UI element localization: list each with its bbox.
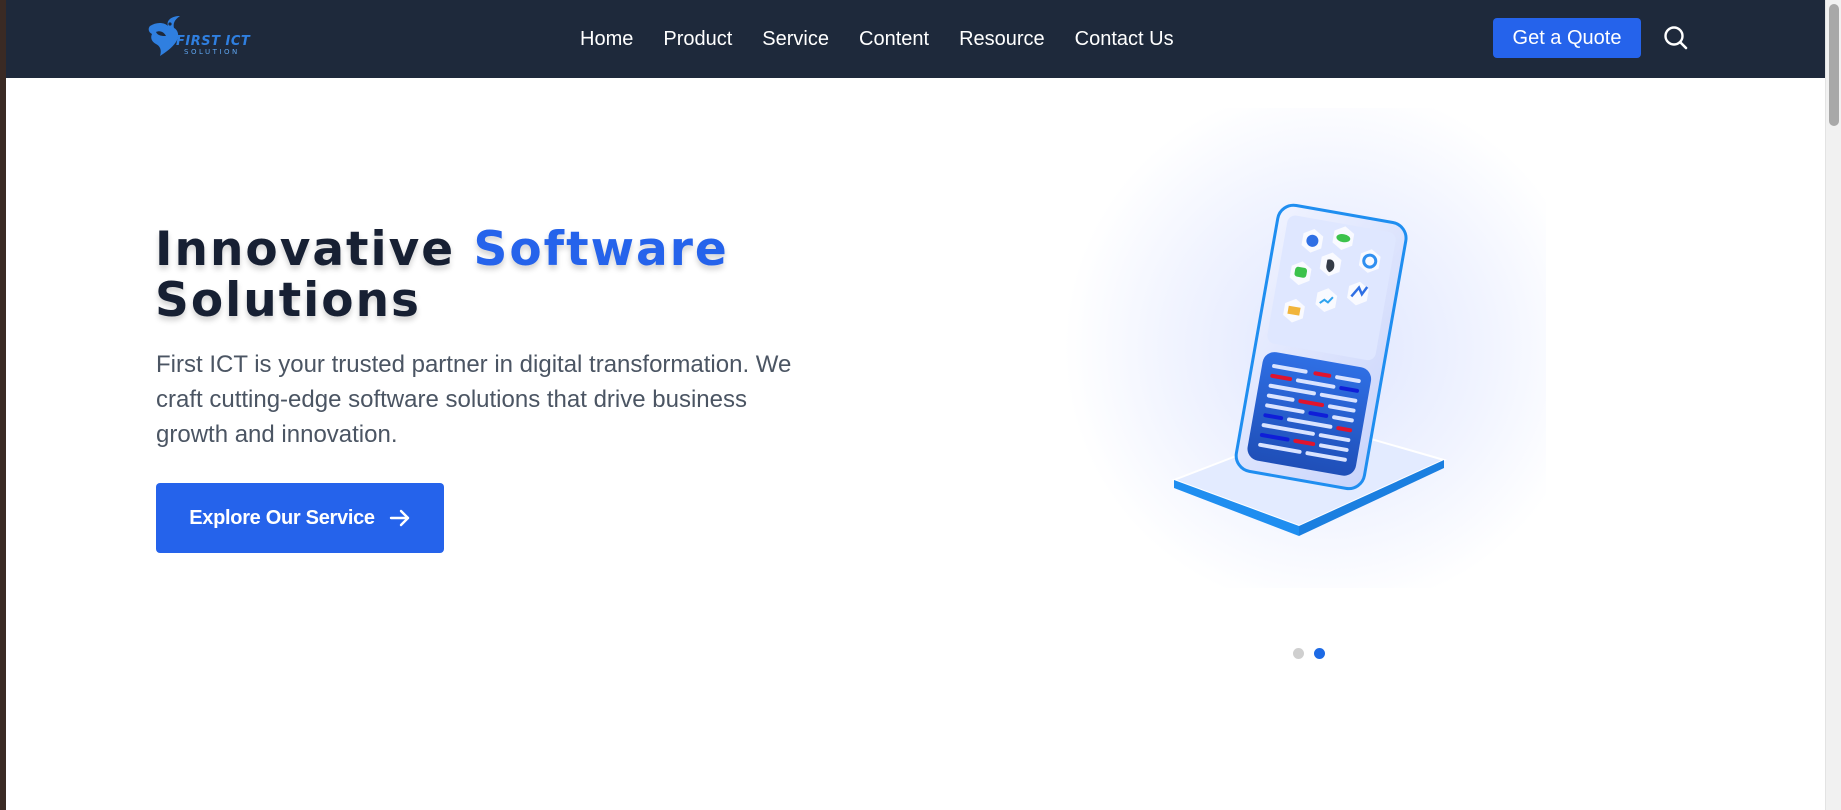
nav-home[interactable]: Home xyxy=(580,28,633,51)
search-icon[interactable] xyxy=(1662,24,1690,52)
brand-name: FIRST ICT xyxy=(176,34,251,49)
hero-title-part1: Innovative xyxy=(155,222,456,277)
hero-title-part2: Solutions xyxy=(155,273,422,328)
arrow-right-icon xyxy=(389,509,409,527)
brand-logo[interactable]: FIRST ICT SOLUTION xyxy=(146,12,256,64)
cta-label: Explore Our Service xyxy=(189,506,375,529)
page: FIRST ICT SOLUTION Home Product Service … xyxy=(6,0,1825,810)
navbar: FIRST ICT SOLUTION Home Product Service … xyxy=(6,0,1825,78)
nav-service[interactable]: Service xyxy=(762,28,829,51)
nav-product[interactable]: Product xyxy=(663,28,732,51)
nav-contact-us[interactable]: Contact Us xyxy=(1075,28,1174,51)
nav-content[interactable]: Content xyxy=(859,28,929,51)
carousel-pagination xyxy=(1293,648,1325,659)
explore-our-service-button[interactable]: Explore Our Service xyxy=(156,483,444,553)
scrollbar-thumb[interactable] xyxy=(1829,4,1839,126)
hero-description: First ICT is your trusted partner in dig… xyxy=(156,351,792,448)
nav-resource[interactable]: Resource xyxy=(959,28,1045,51)
scrollbar[interactable] xyxy=(1825,0,1841,810)
get-a-quote-button[interactable]: Get a Quote xyxy=(1493,18,1641,58)
main-nav: Home Product Service Content Resource Co… xyxy=(580,0,1174,78)
hero-illustration xyxy=(1064,108,1546,588)
hero-title: Innovative Software Solutions xyxy=(155,224,729,326)
hero-title-accent: Software xyxy=(473,222,729,277)
brand-tagline: SOLUTION xyxy=(184,48,240,56)
carousel-dot-2[interactable] xyxy=(1314,648,1325,659)
carousel-dot-1[interactable] xyxy=(1293,648,1304,659)
